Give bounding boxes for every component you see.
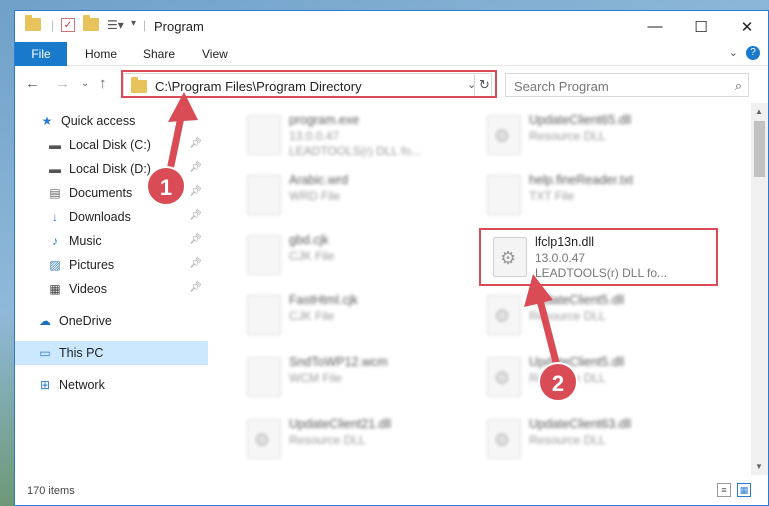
arrow-2-head [524, 274, 553, 307]
annotation-arrows [164, 92, 562, 374]
arrow-1-head [168, 92, 198, 122]
arrow-2-shaft [536, 296, 562, 374]
step-badge-1: 1 [146, 166, 186, 206]
step-badge-2: 2 [538, 362, 578, 402]
